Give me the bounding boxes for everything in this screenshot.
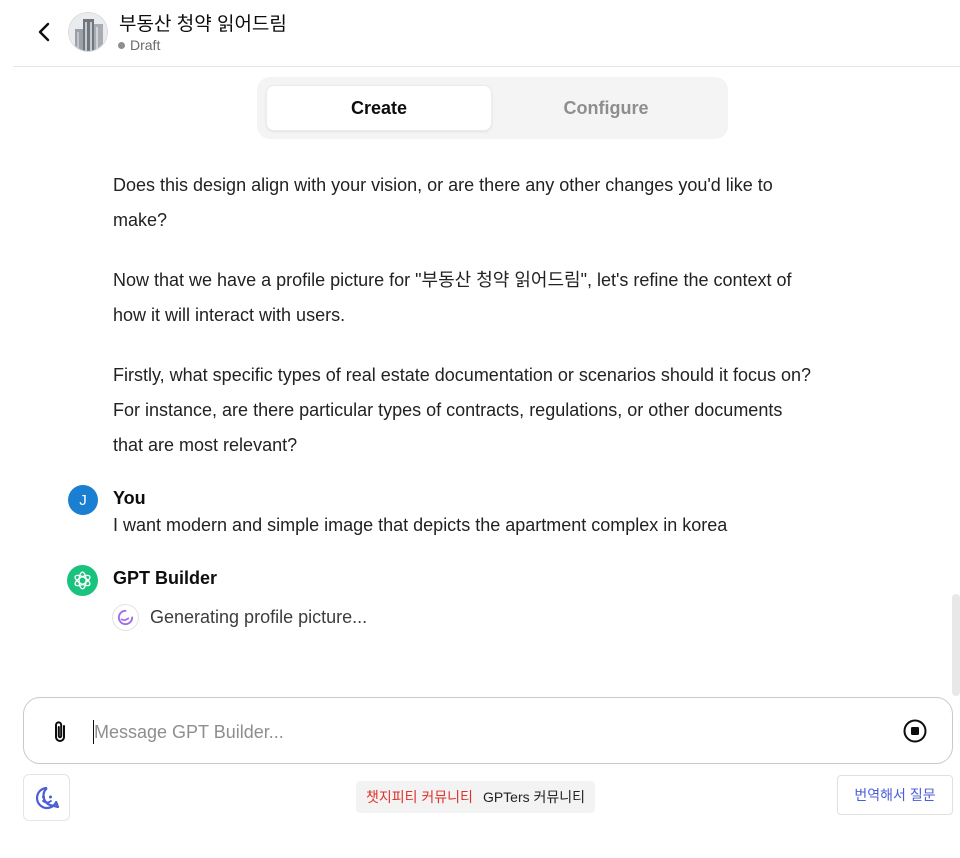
assistant-paragraph: Now that we have a profile picture for "… bbox=[113, 270, 792, 325]
chevron-left-icon[interactable] bbox=[33, 18, 57, 46]
tab-configure[interactable]: Configure bbox=[493, 85, 719, 131]
user-name: You bbox=[113, 488, 146, 508]
scrollbar[interactable] bbox=[952, 594, 960, 696]
draft-label: Draft bbox=[130, 37, 161, 53]
tab-create[interactable]: Create bbox=[266, 85, 492, 131]
loading-spinner-icon bbox=[112, 603, 139, 631]
gpt-title: 부동산 청약 읽어드림 bbox=[119, 14, 287, 35]
generating-status: Generating profile picture... bbox=[112, 603, 367, 631]
builder-name: GPT Builder bbox=[113, 568, 218, 588]
community-links: 챗지피티 커뮤니티 GPTers 커뮤니티 bbox=[356, 781, 596, 813]
user-avatar: J bbox=[68, 485, 98, 515]
status-dot-icon bbox=[118, 42, 125, 49]
draft-status: Draft bbox=[118, 37, 160, 53]
top-bar: 부동산 청약 읽어드림 Draft bbox=[13, 0, 960, 67]
paperclip-icon[interactable] bbox=[48, 719, 72, 745]
chat-bubble-icon[interactable] bbox=[23, 774, 70, 821]
mode-tabs: Create Configure bbox=[257, 77, 728, 139]
community-link-secondary[interactable]: GPTers 커뮤니티 bbox=[483, 787, 585, 807]
user-message: I want modern and simple image that depi… bbox=[113, 515, 728, 535]
stop-icon[interactable] bbox=[902, 718, 928, 744]
openai-logo-icon bbox=[67, 565, 98, 596]
gpt-profile-avatar bbox=[68, 12, 108, 52]
generating-text: Generating profile picture... bbox=[150, 606, 368, 627]
message-input[interactable] bbox=[94, 716, 854, 748]
translate-ask-button[interactable]: 번역해서 질문 bbox=[837, 775, 953, 815]
assistant-paragraph: Firstly, what specific types of real est… bbox=[113, 365, 812, 455]
assistant-paragraph: Does this design align with your vision,… bbox=[113, 175, 773, 230]
community-link-primary[interactable]: 챗지피티 커뮤니티 bbox=[366, 787, 473, 807]
message-composer bbox=[23, 697, 953, 764]
